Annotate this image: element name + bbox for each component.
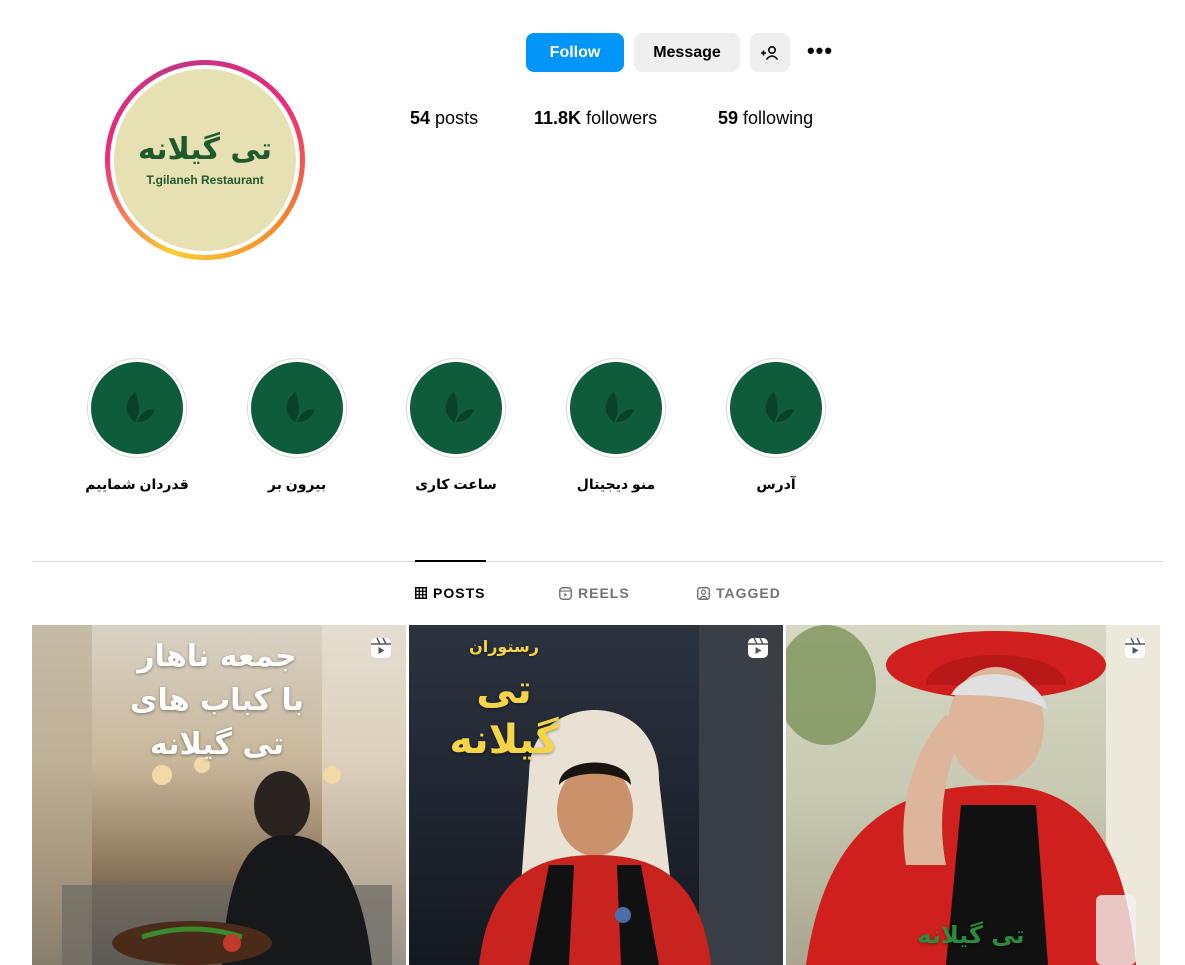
- followers-count: 11.8K: [534, 108, 582, 128]
- following-stat[interactable]: 59 following: [718, 108, 813, 129]
- tab-posts-label: POSTS: [433, 585, 486, 601]
- post-caption-main: تی گیلانه: [449, 667, 559, 763]
- leaf-icon: [765, 392, 794, 422]
- leaf-icon: [605, 392, 634, 422]
- post-caption-overlay: جمعه ناهار با کباب های تی گیلانه: [92, 635, 342, 767]
- posts-count: 54: [410, 108, 431, 128]
- posts-stat: 54 posts: [410, 108, 478, 129]
- suggested-accounts-button[interactable]: [750, 33, 790, 72]
- tabs-divider: [32, 561, 1163, 562]
- highlight-item[interactable]: بیرون بر: [245, 358, 349, 492]
- followers-label: followers: [586, 108, 658, 128]
- leaf-icon: [286, 392, 315, 422]
- highlight-item[interactable]: ساعت کاری: [404, 358, 508, 492]
- followers-stat[interactable]: 11.8K followers: [534, 108, 657, 129]
- reel-icon: [748, 637, 768, 658]
- caption-line: تی گیلانه: [150, 727, 284, 762]
- reels-icon: [559, 586, 572, 600]
- restaurant-logo: تی گیلانه T.gilaneh Restaurant: [114, 69, 296, 251]
- caption-line: با کباب های: [129, 683, 305, 718]
- post-caption-top: رستوران: [469, 637, 539, 656]
- highlight-label: بیرون بر: [267, 476, 327, 492]
- posts-label: posts: [435, 108, 479, 128]
- message-button[interactable]: Message: [634, 33, 740, 72]
- following-label: following: [743, 108, 814, 128]
- logo-text-fa: تی گیلانه: [138, 132, 273, 167]
- highlight-label: منو دیجیتال: [576, 476, 656, 492]
- avatar-border: تی گیلانه T.gilaneh Restaurant: [110, 65, 300, 255]
- post-thumbnail[interactable]: جمعه ناهار با کباب های تی گیلانه: [32, 625, 406, 965]
- logo-text-en: T.gilaneh Restaurant: [146, 173, 264, 187]
- profile-avatar[interactable]: تی گیلانه T.gilaneh Restaurant: [105, 60, 305, 260]
- tagged-icon: [697, 586, 710, 600]
- following-count: 59: [718, 108, 739, 128]
- grid-icon: [415, 587, 427, 599]
- highlight-item[interactable]: قدردان شماییم: [85, 358, 189, 492]
- highlight-label: ساعت کاری: [415, 476, 497, 492]
- post-thumbnail[interactable]: رستوران تی گیلانه: [409, 625, 783, 965]
- active-tab-indicator: [415, 560, 486, 562]
- reel-icon: [371, 637, 391, 658]
- highlight-label: قدردان شماییم: [85, 476, 189, 492]
- highlight-label: آدرس: [756, 476, 796, 492]
- tab-tagged[interactable]: TAGGED: [697, 585, 781, 601]
- tab-reels-label: REELS: [578, 585, 630, 601]
- add-person-icon: [761, 45, 779, 60]
- highlight-item[interactable]: منو دیجیتال: [564, 358, 668, 492]
- follow-button[interactable]: Follow: [526, 33, 624, 72]
- tab-reels[interactable]: REELS: [559, 585, 630, 601]
- tab-tagged-label: TAGGED: [716, 585, 781, 601]
- caption-line: جمعه ناهار: [137, 639, 297, 674]
- leaf-icon: [445, 392, 474, 422]
- post-thumbnail[interactable]: تی گیلانه: [786, 625, 1160, 965]
- reel-icon: [1125, 637, 1145, 658]
- more-options-button[interactable]: •••: [804, 31, 836, 70]
- post-watermark: تی گیلانه: [917, 921, 1025, 949]
- post-image: [786, 625, 1160, 965]
- leaf-icon: [126, 392, 155, 422]
- tab-posts[interactable]: POSTS: [415, 585, 485, 601]
- highlight-item[interactable]: آدرس: [724, 358, 828, 492]
